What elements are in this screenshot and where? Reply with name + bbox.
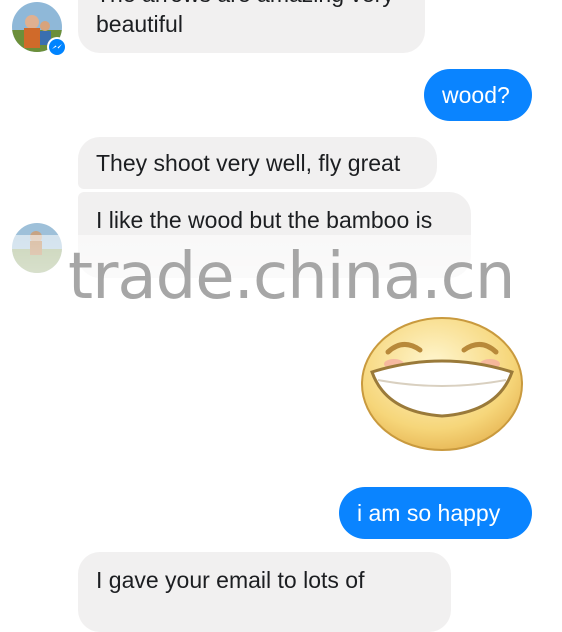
message-text: I gave your email to lots of [96, 567, 365, 593]
messenger-badge-icon [47, 37, 67, 57]
message-text: i am so happy [357, 500, 501, 526]
message-bubble-outgoing[interactable]: wood? [424, 69, 532, 121]
message-text: They shoot very well, fly great [96, 150, 401, 176]
laughing-face-icon [361, 317, 523, 451]
watermark-text: trade.china.cn [68, 240, 515, 314]
message-text: I like the wood but the bamboo is [96, 207, 433, 233]
laughing-face-sticker[interactable] [358, 312, 526, 452]
message-text: beautiful [96, 11, 183, 37]
message-bubble-outgoing[interactable]: i am so happy [339, 487, 532, 539]
message-bubble-incoming[interactable]: I gave your email to lots of [78, 552, 451, 632]
message-bubble-incoming[interactable]: The arrows are amazing very beautiful [78, 0, 425, 53]
message-text: The arrows are amazing very [96, 0, 407, 9]
message-bubble-incoming[interactable]: They shoot very well, fly great [78, 137, 437, 189]
message-text: wood? [442, 82, 510, 108]
